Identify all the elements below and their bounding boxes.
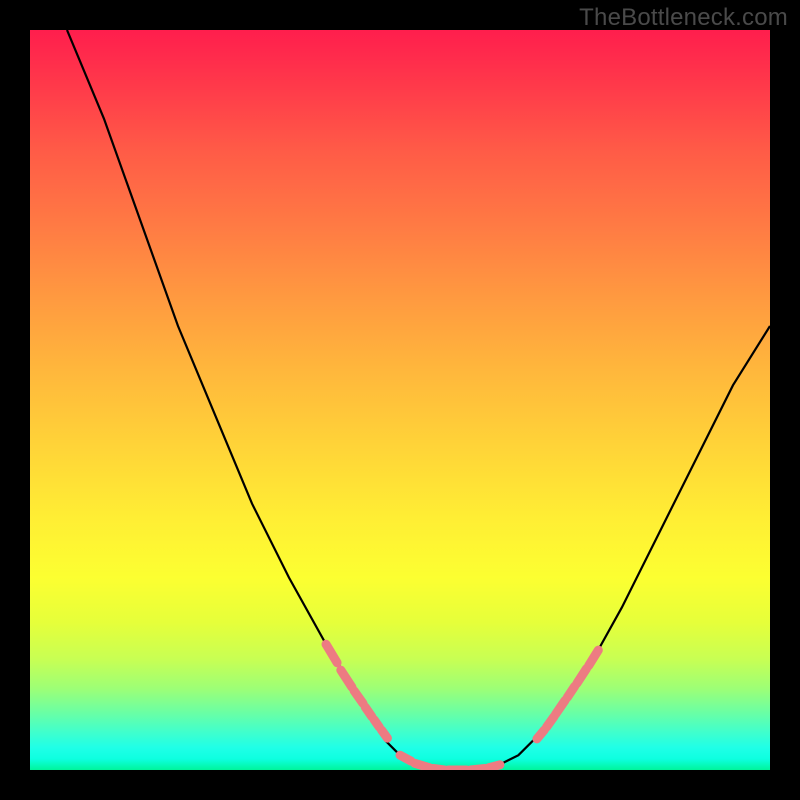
highlight-segment	[365, 707, 372, 717]
highlight-segment	[433, 769, 444, 770]
highlight-segment	[567, 686, 574, 697]
chart-frame: TheBottleneck.com	[0, 0, 800, 800]
highlight-segment	[341, 670, 352, 687]
watermark-text: TheBottleneck.com	[579, 4, 788, 32]
highlight-segment	[555, 700, 565, 714]
highlight-segment	[537, 730, 544, 739]
highlight-segment	[374, 720, 379, 727]
plot-area	[30, 30, 770, 770]
highlight-segment	[547, 717, 554, 727]
highlight-segment	[382, 730, 388, 738]
highlight-segment	[489, 765, 500, 768]
highlight-segment	[415, 763, 430, 767]
highlight-segment	[577, 669, 587, 684]
highlight-segment	[354, 691, 363, 704]
highlight-segment	[400, 755, 411, 761]
curve-line	[67, 30, 770, 770]
highlight-segment	[470, 769, 485, 770]
highlight-segment	[589, 650, 599, 666]
bottleneck-chart	[30, 30, 770, 770]
highlight-segment	[326, 644, 337, 663]
